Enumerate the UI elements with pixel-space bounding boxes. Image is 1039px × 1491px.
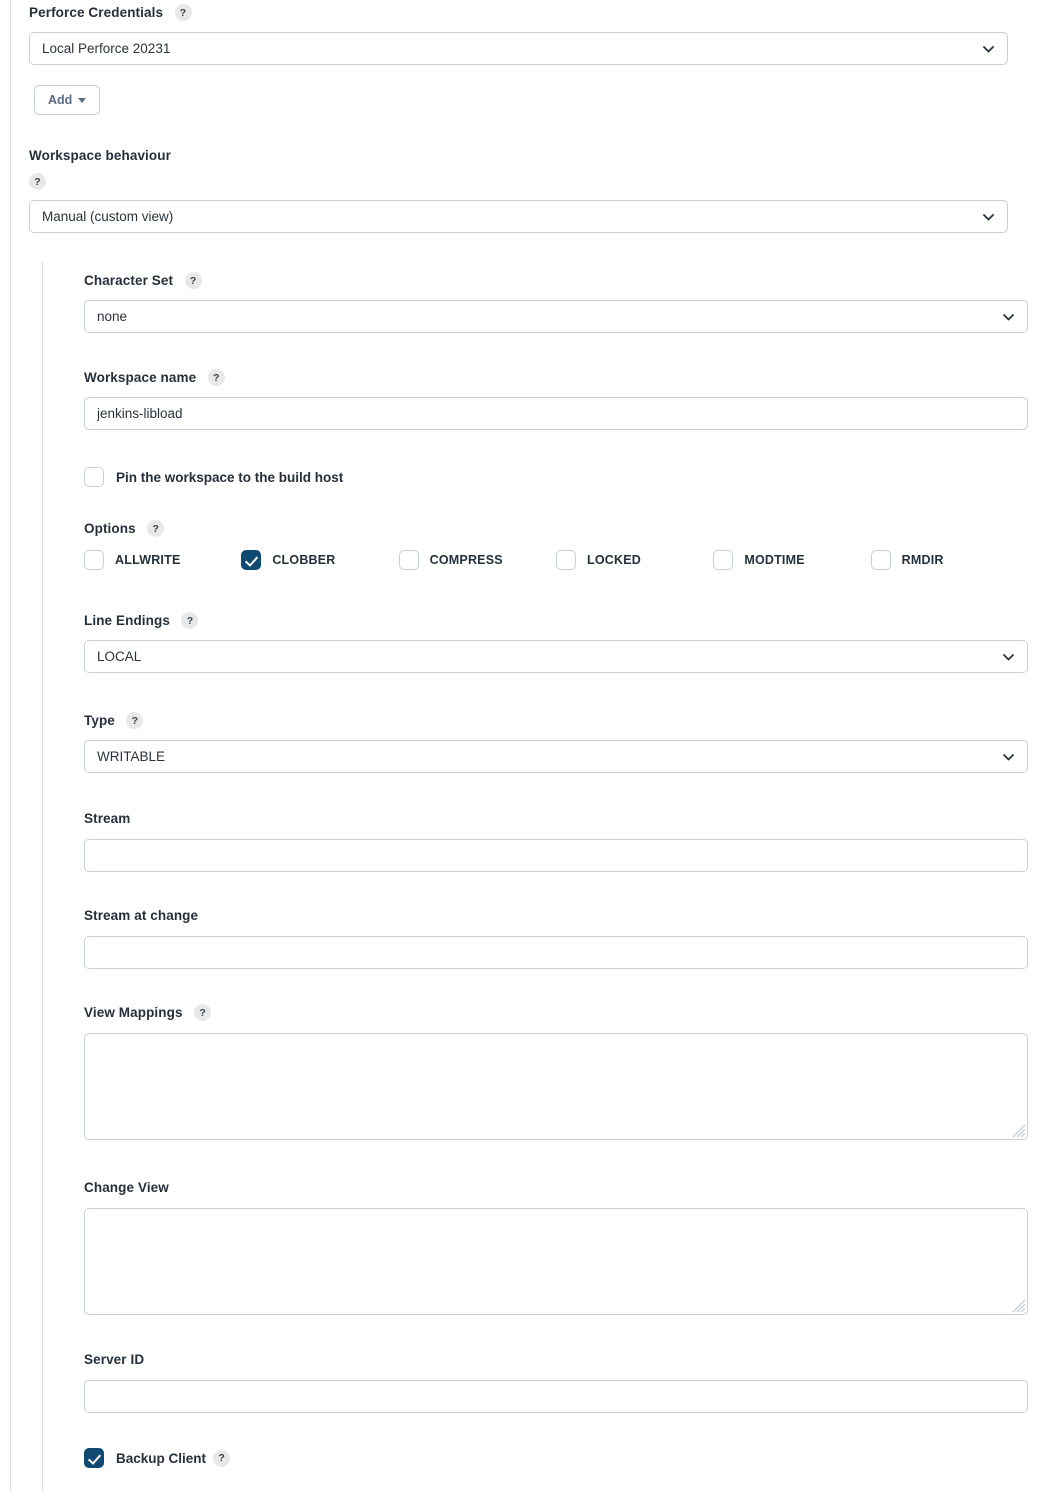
stream-at-change-input[interactable]	[84, 936, 1028, 969]
field-perforce-credentials: Perforce Credentials ?	[29, 4, 1008, 65]
options-label: Options	[84, 521, 136, 537]
line-endings-label: Line Endings	[84, 613, 170, 629]
server-id-label: Server ID	[84, 1352, 145, 1368]
add-credentials-button[interactable]: Add	[34, 85, 101, 115]
help-icon-character-set[interactable]: ?	[184, 272, 202, 290]
add-credentials-row: Add	[34, 85, 101, 115]
perforce-credentials-select[interactable]	[29, 32, 1008, 65]
field-backup-client[interactable]: Backup Client ?	[84, 1448, 231, 1468]
workspace-name-label-row: Workspace name ?	[84, 369, 1028, 387]
change-view-textarea[interactable]	[84, 1208, 1028, 1315]
rmdir-label: RMDIR	[901, 553, 944, 567]
help-icon-type[interactable]: ?	[126, 712, 144, 730]
field-server-id: Server ID	[84, 1351, 1028, 1413]
compress-checkbox[interactable]	[398, 550, 419, 570]
perforce-credentials-label-row: Perforce Credentials ?	[29, 4, 1008, 22]
options-grid: ALLWRITE CLOBBER COMPRESS LOCKED MODTIME	[84, 550, 1028, 570]
stream-label-row: Stream	[84, 810, 1028, 828]
modtime-label: MODTIME	[744, 553, 805, 567]
allwrite-label: ALLWRITE	[115, 553, 181, 567]
rmdir-checkbox[interactable]	[870, 550, 891, 570]
compress-label: COMPRESS	[429, 553, 503, 567]
character-set-select[interactable]	[84, 300, 1028, 333]
view-mappings-textarea-wrap	[84, 1033, 1028, 1140]
caret-down-icon	[78, 97, 87, 103]
workspace-behaviour-help-row: ?	[29, 173, 1008, 191]
type-label-row: Type ?	[84, 712, 1028, 730]
field-pin-workspace[interactable]: Pin the workspace to the build host	[84, 467, 343, 487]
help-icon-backup-client[interactable]: ?	[213, 1449, 231, 1467]
clobber-checkbox[interactable]	[241, 550, 262, 570]
change-view-label: Change View	[84, 1180, 169, 1196]
character-set-select-wrap	[84, 300, 1028, 333]
field-stream-at-change: Stream at change	[84, 907, 1028, 969]
option-modtime[interactable]: MODTIME	[713, 550, 870, 570]
field-workspace-name: Workspace name ?	[84, 369, 1028, 430]
help-icon-perforce-credentials[interactable]: ?	[174, 4, 192, 22]
stream-at-change-label-row: Stream at change	[84, 907, 1028, 925]
add-button-label: Add	[48, 93, 73, 107]
type-select-wrap	[84, 740, 1028, 773]
help-icon-line-endings[interactable]: ?	[181, 612, 199, 630]
type-label: Type	[84, 713, 115, 729]
option-locked[interactable]: LOCKED	[555, 550, 713, 570]
view-mappings-label-row: View Mappings ?	[84, 1004, 1028, 1022]
field-line-endings: Line Endings ?	[84, 612, 1028, 673]
field-workspace-behaviour: Workspace behaviour ?	[29, 147, 1008, 233]
perforce-credentials-select-wrap	[29, 32, 1008, 65]
change-view-label-row: Change View	[84, 1179, 1028, 1197]
workspace-name-input[interactable]	[84, 397, 1028, 430]
pin-workspace-label: Pin the workspace to the build host	[116, 469, 344, 485]
field-character-set: Character Set ?	[84, 272, 1028, 333]
help-icon-options[interactable]: ?	[147, 520, 165, 538]
change-view-textarea-wrap	[84, 1208, 1028, 1315]
field-change-view: Change View	[84, 1179, 1028, 1315]
workspace-name-label: Workspace name	[84, 370, 197, 386]
field-type: Type ?	[84, 712, 1028, 773]
workspace-behaviour-label: Workspace behaviour	[29, 148, 171, 164]
help-icon-workspace-name[interactable]: ?	[207, 369, 225, 387]
option-rmdir[interactable]: RMDIR	[870, 550, 1028, 570]
workspace-details-section: Character Set ? Workspace name ?	[42, 262, 1039, 1491]
field-stream: Stream	[84, 810, 1028, 872]
stream-input[interactable]	[84, 839, 1028, 872]
options-label-row: Options ?	[84, 520, 1028, 538]
option-allwrite[interactable]: ALLWRITE	[84, 550, 241, 570]
option-compress[interactable]: COMPRESS	[398, 550, 556, 570]
server-id-input[interactable]	[84, 1380, 1028, 1413]
help-icon-view-mappings[interactable]: ?	[194, 1004, 212, 1022]
character-set-label-row: Character Set ?	[84, 272, 1028, 290]
line-endings-select-wrap	[84, 640, 1028, 673]
perforce-credentials-label: Perforce Credentials	[29, 5, 164, 21]
stream-at-change-label: Stream at change	[84, 908, 199, 924]
modtime-checkbox[interactable]	[713, 550, 734, 570]
field-options: Options ? ALLWRITE CLOBBER COMPRESS LOCK…	[84, 520, 1028, 570]
workspace-behaviour-select-wrap	[29, 200, 1008, 233]
option-clobber[interactable]: CLOBBER	[241, 550, 398, 570]
backup-client-checkbox[interactable]	[84, 1448, 104, 1468]
workspace-behaviour-select[interactable]	[29, 200, 1008, 233]
clobber-label: CLOBBER	[272, 553, 336, 567]
field-view-mappings: View Mappings ?	[84, 1004, 1028, 1140]
character-set-label: Character Set	[84, 273, 174, 289]
help-icon-workspace-behaviour[interactable]: ?	[29, 173, 46, 191]
type-select[interactable]	[84, 740, 1028, 773]
locked-checkbox[interactable]	[555, 550, 576, 570]
view-mappings-label: View Mappings	[84, 1005, 183, 1021]
locked-label: LOCKED	[586, 553, 641, 567]
server-id-label-row: Server ID	[84, 1351, 1028, 1369]
allwrite-checkbox[interactable]	[84, 550, 104, 570]
stream-label: Stream	[84, 811, 131, 827]
line-endings-select[interactable]	[84, 640, 1028, 673]
line-endings-label-row: Line Endings ?	[84, 612, 1028, 630]
backup-client-label: Backup Client	[116, 1450, 207, 1466]
pin-workspace-checkbox[interactable]	[84, 467, 104, 487]
page-left-rule	[10, 0, 11, 1491]
view-mappings-textarea[interactable]	[84, 1033, 1028, 1140]
